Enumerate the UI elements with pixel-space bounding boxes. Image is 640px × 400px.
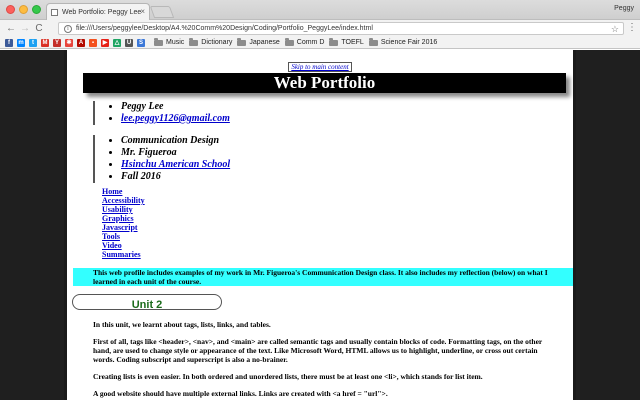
bookmark-folder-label: Japanese bbox=[249, 39, 280, 46]
bookmark-folder[interactable]: Science Fair 2016 bbox=[368, 37, 438, 46]
school-item: Hsinchu American School bbox=[121, 159, 230, 171]
content-paragraph: In this unit, we learnt about tags, list… bbox=[93, 320, 271, 329]
browser-tab[interactable]: Web Portfolio: Peggy Lee × bbox=[46, 3, 150, 20]
page-banner: Web Portfolio bbox=[83, 73, 566, 93]
author-name: Peggy Lee bbox=[121, 101, 230, 113]
skip-to-main-link[interactable]: Skip to main content bbox=[288, 62, 352, 72]
bookmark-folder[interactable]: Comm D bbox=[284, 37, 325, 46]
main-nav: Home Accessibility Usability Graphics Ja… bbox=[102, 187, 145, 259]
author-info: Peggy Lee lee.peggy1126@gmail.com bbox=[93, 101, 230, 125]
course-teacher: Mr. Figueroa bbox=[121, 147, 230, 159]
intro-banner: This web profile includes examples of my… bbox=[73, 268, 573, 286]
nav-link-video[interactable]: Video bbox=[102, 241, 145, 250]
folder-icon bbox=[189, 37, 199, 46]
course-term: Fall 2016 bbox=[121, 171, 230, 183]
folder-icon bbox=[329, 37, 339, 46]
youtube-icon[interactable]: Y bbox=[53, 38, 61, 47]
google-drive-icon[interactable]: △ bbox=[113, 38, 121, 47]
page-icon bbox=[51, 8, 58, 16]
portfolio-page: Skip to main content Web Portfolio Peggy… bbox=[64, 50, 576, 400]
play-icon[interactable]: ▶ bbox=[101, 38, 109, 47]
maximize-window-button[interactable] bbox=[32, 5, 41, 14]
content-paragraph: First of all, tags like <header>, <nav>,… bbox=[93, 337, 543, 364]
messenger-icon[interactable]: m bbox=[17, 38, 25, 47]
bookmark-star-icon[interactable]: ☆ bbox=[611, 24, 619, 35]
acrobat-icon[interactable]: A bbox=[77, 38, 85, 47]
unit-title: Unit 2 bbox=[131, 299, 163, 311]
bookmark-folder[interactable]: Music bbox=[154, 37, 185, 46]
reload-icon[interactable]: C bbox=[32, 23, 46, 34]
twitter-icon[interactable]: t bbox=[29, 38, 37, 47]
profile-name[interactable]: Peggy bbox=[614, 5, 634, 12]
bookmark-folder-label: Science Fair 2016 bbox=[380, 39, 438, 46]
nav-link-javascript[interactable]: Javascript bbox=[102, 223, 145, 232]
content-paragraph: Creating lists is even easier. In both o… bbox=[93, 372, 483, 381]
shield-icon[interactable]: U bbox=[125, 38, 133, 47]
bookmark-icon[interactable]: ▪ bbox=[89, 38, 97, 47]
bookmarks-bar: f m t M Y ✱ A ▪ ▶ △ U S Music Dictionary Japanese Comm … bbox=[0, 37, 640, 49]
bookmark-folder-label: Dictionary bbox=[201, 39, 233, 46]
main-content: In this unit, we learnt about tags, list… bbox=[93, 320, 553, 400]
unit-heading: Unit 2 bbox=[72, 294, 222, 311]
nav-link-home[interactable]: Home bbox=[102, 187, 145, 196]
nav-link-tools[interactable]: Tools bbox=[102, 232, 145, 241]
page-viewport: Skip to main content Web Portfolio Peggy… bbox=[0, 50, 640, 400]
bookmark-folder-label: Music bbox=[166, 39, 185, 46]
url-text[interactable]: file:///Users/peggylee/Desktop/A4.%20Com… bbox=[76, 25, 373, 32]
bookmark-folder-label: TOEFL bbox=[341, 39, 364, 46]
facebook-icon[interactable]: f bbox=[5, 38, 13, 47]
nav-link-accessibility[interactable]: Accessibility bbox=[102, 196, 145, 205]
folder-icon bbox=[368, 37, 378, 46]
folder-icon bbox=[154, 37, 163, 46]
folder-icon bbox=[237, 37, 247, 46]
new-tab-button[interactable] bbox=[149, 6, 175, 18]
folder-icon bbox=[284, 37, 294, 46]
title-bar: Web Portfolio: Peggy Lee × Peggy bbox=[0, 0, 640, 20]
page-title: Web Portfolio bbox=[273, 73, 376, 92]
nav-link-usability[interactable]: Usability bbox=[102, 205, 145, 214]
close-window-button[interactable] bbox=[6, 5, 15, 14]
bookmark-folder[interactable]: Dictionary bbox=[189, 37, 233, 46]
bookmark-folder-label: Comm D bbox=[296, 39, 325, 46]
extension-icon[interactable]: S bbox=[137, 38, 145, 47]
back-arrow-icon[interactable]: ← bbox=[4, 23, 18, 34]
bookmark-folder[interactable]: Japanese bbox=[237, 37, 280, 46]
author-email-item: lee.peggy1126@gmail.com bbox=[121, 113, 230, 125]
bookmark-folder[interactable]: TOEFL bbox=[329, 37, 364, 46]
tab-title: Web Portfolio: Peggy Lee bbox=[62, 8, 142, 16]
pinwheel-icon[interactable]: ✱ bbox=[65, 38, 73, 47]
content-paragraph: A good website should have multiple exte… bbox=[93, 389, 388, 398]
menu-dots-icon[interactable]: ⋮ bbox=[625, 22, 639, 33]
nav-link-summaries[interactable]: Summaries bbox=[102, 250, 145, 259]
address-bar[interactable]: i file:///Users/peggylee/Desktop/A4.%20C… bbox=[58, 22, 624, 35]
course-subject: Communication Design bbox=[121, 135, 230, 147]
minimize-window-button[interactable] bbox=[19, 5, 28, 14]
browser-toolbar: ← → C i file:///Users/peggylee/Desktop/A… bbox=[0, 20, 640, 37]
forward-arrow-icon[interactable]: → bbox=[18, 23, 32, 34]
course-info: Communication Design Mr. Figueroa Hsinch… bbox=[93, 135, 230, 183]
skip-link-container: Skip to main content bbox=[67, 56, 573, 74]
nav-link-graphics[interactable]: Graphics bbox=[102, 214, 145, 223]
author-email-link[interactable]: lee.peggy1126@gmail.com bbox=[121, 113, 230, 124]
school-link[interactable]: Hsinchu American School bbox=[121, 159, 230, 170]
info-icon[interactable]: i bbox=[64, 24, 72, 33]
tab-close-icon[interactable]: × bbox=[140, 7, 145, 16]
gmail-icon[interactable]: M bbox=[41, 38, 49, 47]
